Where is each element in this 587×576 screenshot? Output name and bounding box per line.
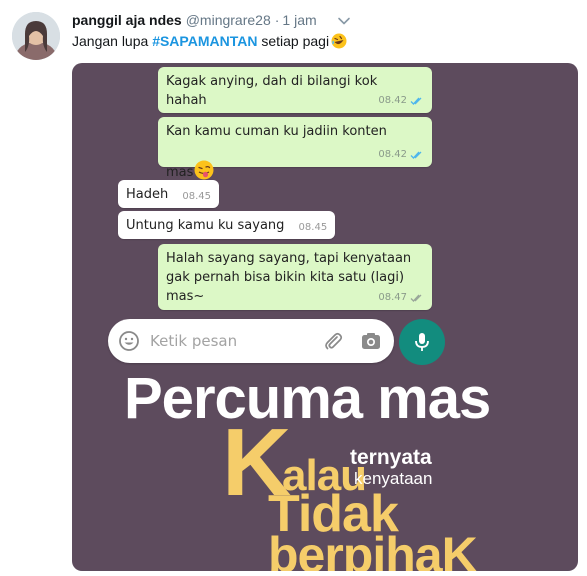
- avatar[interactable]: [12, 12, 60, 60]
- tweet-text-after: setiap pagi: [257, 33, 330, 49]
- tweet-text: Jangan lupa #SAPAMANTAN setiap pagi: [72, 33, 347, 52]
- message-text: Hadeh: [126, 187, 169, 202]
- camera-icon[interactable]: [360, 330, 382, 352]
- double-check-read-icon: [410, 97, 422, 105]
- message-time: 08.42: [378, 149, 407, 160]
- avatar-photo: [12, 12, 60, 60]
- overlay-line-berpihak: berpihaK: [268, 527, 478, 571]
- chat-bubble-incoming: Hadeh 08.45: [118, 180, 220, 208]
- message-meta: 08.42: [378, 145, 424, 164]
- tweet-text-before: Jangan lupa: [72, 33, 153, 49]
- mic-button[interactable]: [399, 319, 445, 365]
- display-name[interactable]: panggil aja ndes: [72, 12, 182, 28]
- double-check-read-icon: [410, 151, 422, 159]
- tweet-time[interactable]: 1 jam: [282, 12, 316, 28]
- message-meta: 08.42: [378, 91, 424, 110]
- tweet-header: panggil aja ndes @mingrare28 · 1 jam: [72, 10, 317, 30]
- separator: ·: [274, 12, 280, 28]
- paperclip-icon[interactable]: [322, 330, 344, 352]
- double-check-delivered-icon: [410, 294, 422, 302]
- chat-bubble-incoming: Untung kamu ku sayang 08.45: [118, 211, 336, 239]
- chat-bubble-outgoing: Kan kamu cuman ku jadiin konten mas 08.4…: [158, 117, 432, 180]
- message-meta: 08.47: [378, 288, 424, 307]
- emoji-icon[interactable]: [118, 330, 140, 352]
- overlay-headline: Percuma mas: [124, 366, 491, 431]
- chat-bubble-outgoing: Kagak anying, dah di bilangi kok hahah 0…: [158, 67, 432, 113]
- hashtag-link[interactable]: #SAPAMANTAN: [152, 33, 257, 49]
- tweet-card: panggil aja ndes @mingrare28 · 1 jam Jan…: [0, 0, 587, 576]
- user-handle[interactable]: @mingrare28: [186, 12, 271, 28]
- tweet-media-image[interactable]: Kagak anying, dah di bilangi kok hahah 0…: [72, 63, 578, 571]
- message-meta: 08.45: [182, 187, 211, 206]
- chat-bubble-outgoing: Halah sayang sayang, tapi kenyataan gak …: [158, 244, 432, 310]
- microphone-icon: [415, 333, 429, 351]
- overlay-line-ternyata: ternyata: [350, 446, 432, 469]
- message-input-bar[interactable]: Ketik pesan: [108, 319, 394, 363]
- message-time: 08.45: [298, 222, 328, 233]
- message-text: Untung kamu ku sayang: [126, 218, 285, 233]
- chevron-down-icon[interactable]: [337, 14, 351, 28]
- message-time: 08.42: [378, 95, 407, 106]
- message-time: 08.47: [378, 292, 407, 303]
- rolling-on-floor-laughing-emoji: [331, 33, 347, 52]
- message-meta: 08.45: [299, 218, 328, 237]
- message-input[interactable]: Ketik pesan: [150, 332, 322, 350]
- message-time: 08.45: [182, 191, 212, 202]
